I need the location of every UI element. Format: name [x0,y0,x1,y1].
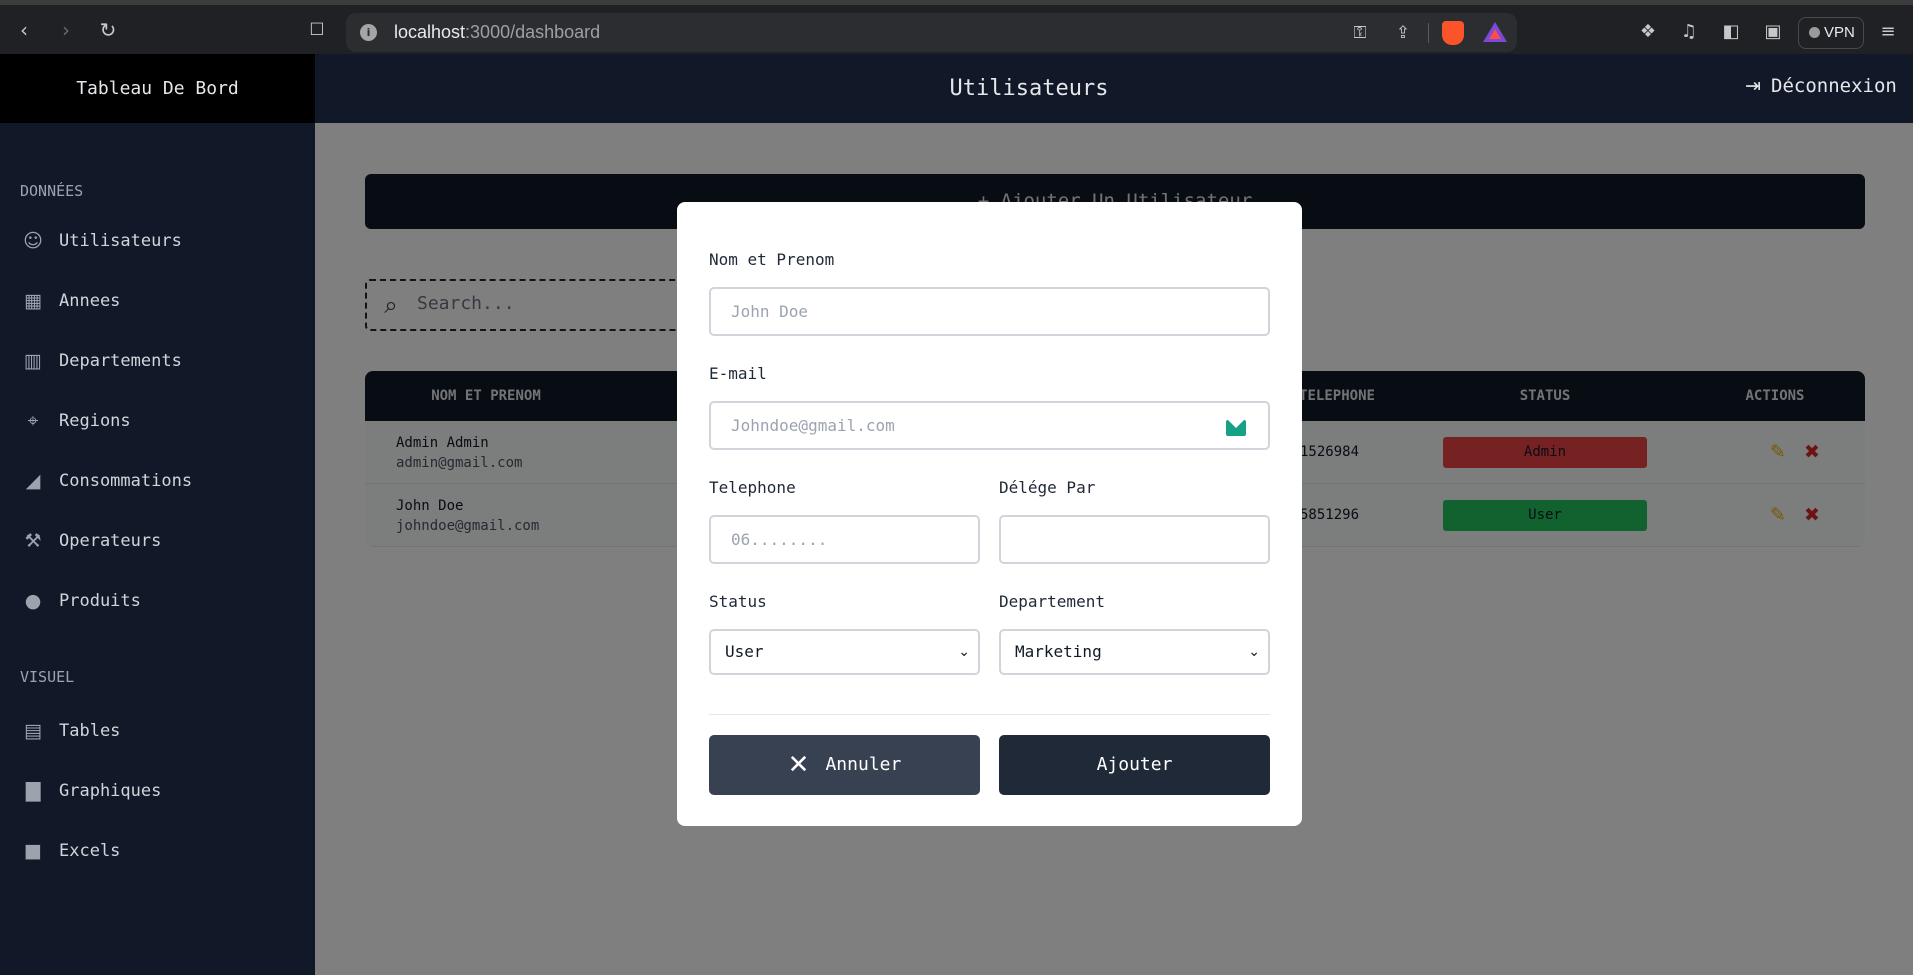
url-path: :3000/dashboard [465,22,601,42]
bar-chart-icon: ▇ [25,780,41,802]
site-info-icon[interactable]: i [360,24,377,41]
sidebar: Tableau De Bord DONNÉES ☺ Utilisateurs ▦… [0,54,315,975]
page-title: Utilisateurs [949,76,1109,101]
url-text[interactable]: localhost:3000/dashboard [394,22,600,43]
sidebar-item-tables[interactable]: ▤ Tables [20,714,300,748]
logout-label: Déconnexion [1771,75,1897,97]
sidebar-item-graphiques[interactable]: ▇ Graphiques [20,774,300,808]
users-icon: ☺ [23,230,43,252]
sidebar-item-label: Graphiques [59,781,162,801]
key-icon[interactable]: ⚿ [1349,22,1371,44]
sidebar-item-consommations[interactable]: ◢ Consommations [20,464,300,498]
department-select[interactable]: Marketing ⌄ [999,629,1270,675]
submit-button[interactable]: Ajouter [999,735,1270,795]
phone-input[interactable] [709,515,980,564]
chevron-down-icon: ⌄ [958,644,970,660]
sidebar-item-label: Departements [59,351,182,371]
vpn-label: VPN [1824,24,1855,41]
email-label: E-mail [709,364,767,383]
top-bar: Utilisateurs ⇥ Déconnexion [315,54,1913,123]
sidebar-item-regions[interactable]: ⌖ Regions [20,404,300,438]
department-label: Departement [999,592,1105,611]
sidebar-item-label: Consommations [59,471,193,491]
calendar-icon: ▦ [24,290,42,312]
sidebar-item-operateurs[interactable]: ⚒ Operateurs [20,524,300,558]
sidebar-item-label: Operateurs [59,531,162,551]
status-select[interactable]: User ⌄ [709,629,980,675]
menu-icon[interactable]: ≡ [1876,20,1900,44]
mail-icon [1226,420,1246,436]
chart-area-icon: ◢ [25,470,41,492]
brave-shields-icon[interactable] [1442,21,1464,45]
forward-icon[interactable]: › [54,18,78,42]
sidebar-item-label: Tables [59,721,121,741]
close-icon: ✕ [787,750,810,780]
vpn-status-icon [1809,27,1820,38]
department-select-value: Marketing [1015,642,1102,661]
extensions-icon[interactable]: ❖ [1636,20,1660,44]
brave-rewards-icon[interactable] [1483,22,1507,42]
operator-icon: ⚒ [24,530,42,552]
sidebar-title: Tableau De Bord [0,54,315,123]
address-bar[interactable]: i localhost:3000/dashboard ⚿ ⇪ [346,13,1517,52]
name-input[interactable] [709,287,1270,336]
vpn-button[interactable]: VPN [1798,17,1864,49]
status-select-value: User [725,642,764,661]
sidebar-item-label: Regions [59,411,131,431]
bookmark-icon[interactable]: ☐ [305,18,329,42]
back-icon[interactable]: ‹ [12,18,36,42]
share-icon[interactable]: ⇪ [1392,22,1414,44]
sidebar-item-excels[interactable]: ■ Excels [20,834,300,868]
phone-label: Telephone [709,478,796,497]
address-bar-separator [1428,23,1429,43]
reload-icon[interactable]: ↻ [96,18,120,42]
media-icon[interactable]: ♫ [1677,20,1701,44]
sidebar-item-annees[interactable]: ▦ Annees [20,284,300,318]
cancel-button[interactable]: ✕ Annuler [709,735,980,795]
modal-divider [709,714,1270,715]
status-label: Status [709,592,767,611]
sidebar-toggle-icon[interactable]: ◧ [1719,20,1743,44]
sidebar-item-label: Annees [59,291,121,311]
cancel-label: Annuler [825,754,902,775]
sidebar-item-departements[interactable]: ▥ Departements [20,344,300,378]
building-icon: ▥ [24,350,42,372]
email-input[interactable] [709,401,1270,450]
sidebar-item-label: Utilisateurs [59,231,182,251]
url-host: localhost [394,22,466,42]
browser-toolbar: ‹ › ↻ ☐ i localhost:3000/dashboard ⚿ ⇪ ❖… [0,0,1913,54]
chevron-down-icon: ⌄ [1248,644,1260,660]
sidebar-item-label: Excels [59,841,121,861]
logout-button[interactable]: ⇥ Déconnexion [1745,75,1897,97]
sidebar-item-produits[interactable]: ● Produits [20,584,300,618]
logout-icon: ⇥ [1745,75,1761,97]
add-user-modal: Nom et Prenom E-mail Telephone Délége Pa… [677,202,1302,826]
section-label-data: DONNÉES [20,182,84,200]
name-label: Nom et Prenom [709,250,835,269]
droplet-icon: ● [24,590,42,612]
document-icon: ■ [24,840,42,862]
wallet-icon[interactable]: ▣ [1761,20,1785,44]
section-label-visual: VISUEL [20,668,75,686]
table-icon: ▤ [24,720,42,742]
map-pin-icon: ⌖ [27,410,39,432]
delegate-label: Délége Par [999,478,1096,497]
sidebar-item-label: Produits [59,591,141,611]
delegate-input[interactable] [999,515,1270,564]
sidebar-item-utilisateurs[interactable]: ☺ Utilisateurs [20,224,300,258]
